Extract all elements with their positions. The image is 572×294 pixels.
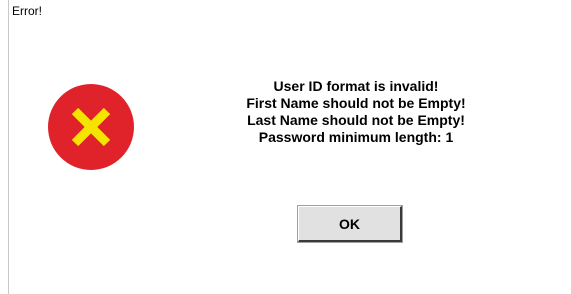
error-dialog: Error! User ID format is invalid! First … [0,0,572,294]
window-left-border [8,0,9,294]
error-message-line: First Name should not be Empty! [246,95,466,111]
error-message-line: User ID format is invalid! [273,78,439,94]
error-icon [48,84,134,170]
ok-button[interactable]: OK [297,205,403,243]
window-title: Error! [12,4,42,18]
error-message-line: Last Name should not be Empty! [247,112,465,128]
error-message-line: Password minimum length: 1 [258,129,454,145]
error-message: User ID format is invalid! First Name sh… [180,78,532,146]
